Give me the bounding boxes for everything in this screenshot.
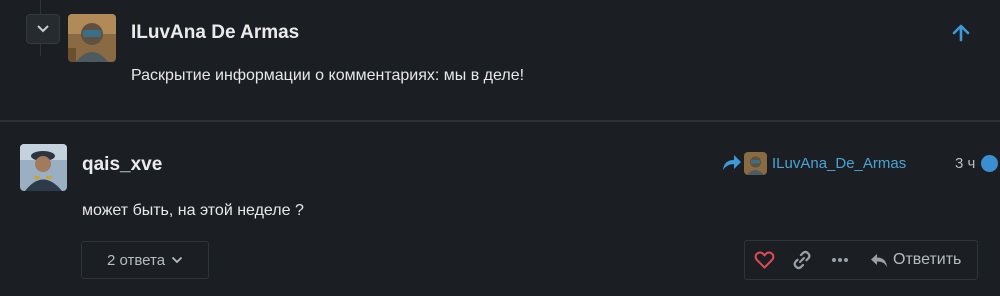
reply-to-username[interactable]: ILuvAna_De_Armas — [772, 155, 906, 172]
more-icon[interactable] — [831, 250, 849, 270]
unread-indicator — [981, 155, 998, 172]
link-icon[interactable] — [792, 250, 812, 270]
reply-icon[interactable] — [869, 250, 889, 270]
comment-username[interactable]: qais_xve — [82, 154, 162, 176]
reply-arrow-icon — [723, 155, 741, 170]
parent-comment-text: Раскрытие информации о комментариях: мы … — [131, 67, 525, 84]
comment-time[interactable]: 3 ч — [955, 155, 975, 172]
arrow-up-icon[interactable] — [950, 22, 972, 44]
avatar[interactable] — [20, 144, 67, 191]
comment-text: может быть, на этой неделе ? — [82, 202, 304, 219]
chevron-down-icon — [171, 256, 183, 264]
replies-count-label: 2 ответа — [106, 251, 166, 269]
chevron-down-icon — [37, 25, 49, 33]
collapse-thread-button[interactable] — [26, 14, 60, 44]
reply-button[interactable]: Ответить — [893, 251, 961, 269]
show-replies-button[interactable]: 2 ответа — [81, 241, 209, 279]
heart-icon[interactable] — [754, 250, 775, 270]
reply-to-avatar[interactable] — [744, 152, 767, 175]
divider — [0, 120, 1000, 122]
avatar[interactable] — [68, 14, 116, 62]
parent-username[interactable]: ILuvAna De Armas — [131, 22, 299, 44]
